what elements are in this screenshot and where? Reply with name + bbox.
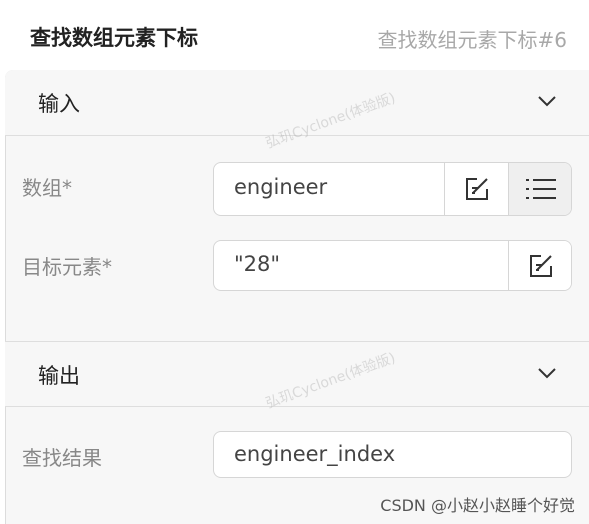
edit-expression-button[interactable] — [444, 163, 508, 215]
result-field[interactable]: engineer_index — [213, 431, 572, 478]
panel-header: 查找数组元素下标 查找数组元素下标#6 — [0, 0, 589, 72]
input-section-label: 输入 — [38, 92, 80, 116]
list-icon — [526, 179, 556, 199]
chevron-down-icon[interactable] — [537, 366, 557, 380]
edit-icon — [465, 178, 488, 200]
activity-id: 查找数组元素下标#6 — [377, 28, 567, 52]
target-element-field[interactable]: "28" — [213, 240, 572, 291]
target-element-label: 目标元素* — [22, 255, 112, 279]
result-value: engineer_index — [234, 442, 396, 466]
activity-title: 查找数组元素下标 — [30, 26, 198, 50]
result-label: 查找结果 — [22, 446, 102, 470]
edit-expression-button[interactable] — [508, 241, 571, 290]
array-value: engineer — [234, 175, 328, 199]
csdn-watermark: CSDN @小赵小赵睡个好觉 — [380, 496, 575, 515]
output-section-label: 输出 — [38, 364, 80, 388]
target-element-value: "28" — [234, 252, 281, 276]
list-variables-button[interactable] — [508, 163, 571, 215]
array-field[interactable]: engineer — [213, 162, 572, 216]
chevron-down-icon[interactable] — [537, 94, 557, 108]
array-label: 数组* — [22, 176, 72, 200]
edit-icon — [530, 254, 552, 277]
